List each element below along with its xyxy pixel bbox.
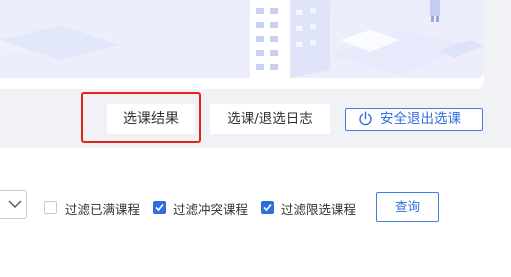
filter-conflict-checkbox[interactable]	[153, 201, 166, 214]
power-icon	[359, 111, 372, 126]
safe-exit-label: 安全退出选课	[380, 111, 461, 127]
filter-limit-label: 过滤限选课程	[281, 202, 357, 217]
banner-card	[0, 0, 484, 89]
filter-full-label: 过滤已满课程	[65, 202, 141, 217]
filter-conflict-label: 过滤冲突课程	[173, 202, 249, 217]
course-log-button[interactable]: 选课/退选日志	[210, 104, 330, 134]
highlight-annotation-box	[81, 92, 201, 143]
action-bar: 选课结果 选课/退选日志 安全退出选课	[0, 104, 511, 134]
filter-limit-checkbox[interactable]	[261, 201, 274, 214]
query-button[interactable]: 查询	[376, 192, 439, 222]
check-icon	[263, 203, 272, 212]
filter-full-checkbox[interactable]	[44, 201, 57, 214]
filter-dropdown[interactable]	[0, 190, 27, 219]
chevron-down-icon	[8, 200, 22, 209]
check-icon	[155, 203, 164, 212]
safe-exit-button[interactable]: 安全退出选课	[345, 108, 483, 131]
banner-illustration	[0, 0, 484, 78]
city-illustration	[0, 0, 484, 78]
